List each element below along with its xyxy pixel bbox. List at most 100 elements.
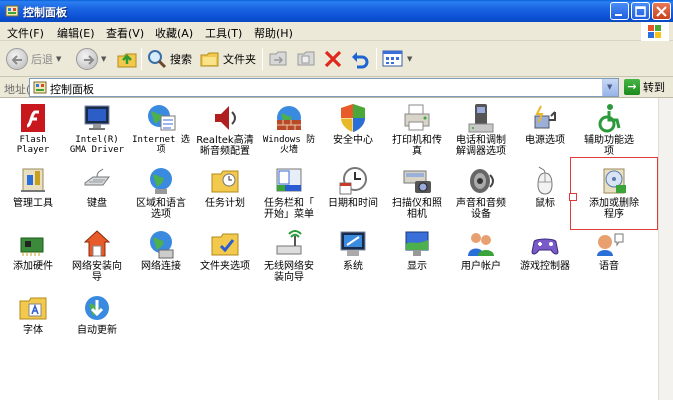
item-admin-tools[interactable]: 管理工具: [0, 165, 69, 209]
item-label: 网络安装向 导: [72, 261, 122, 283]
item-phone-modem[interactable]: 电话和调制 解调器选项: [445, 102, 517, 157]
speaker-icon: [209, 102, 241, 134]
item-printers-faxes[interactable]: 打印机和传 真: [381, 102, 453, 157]
hardware-icon: [17, 228, 49, 260]
item-label: Internet 选 项: [132, 135, 190, 155]
forward-button[interactable]: ▼: [76, 47, 106, 71]
item-label: Realtek高清 晰音频配置: [196, 135, 254, 157]
close-button[interactable]: [652, 2, 671, 20]
address-dropdown-button[interactable]: ▼: [602, 79, 618, 96]
item-label: 自动更新: [77, 325, 117, 336]
item-taskbar-start-menu[interactable]: 任务栏和「 开始」菜单: [253, 165, 325, 220]
tasks-folder-icon: [209, 165, 241, 197]
go-arrow-icon: →: [624, 79, 640, 95]
minimize-button[interactable]: [610, 2, 629, 20]
menu-tools[interactable]: 工具(T): [205, 25, 242, 41]
undo-button[interactable]: [350, 47, 370, 71]
item-internet-options[interactable]: Internet 选 项: [125, 102, 197, 155]
item-fonts[interactable]: 字体: [0, 292, 69, 336]
flash-icon: [17, 102, 49, 134]
minimize-icon: [615, 14, 622, 16]
menu-help[interactable]: 帮助(H): [254, 25, 293, 41]
close-icon: [656, 6, 667, 17]
item-label: 电源选项: [525, 135, 565, 146]
item-label: 系统: [343, 261, 363, 272]
item-intel-gma-driver[interactable]: Intel(R) GMA Driver: [61, 102, 133, 155]
item-keyboard[interactable]: 键盘: [61, 165, 133, 209]
item-network-setup-wizard[interactable]: 网络安装向 导: [61, 228, 133, 283]
address-input[interactable]: 控制面板 ▼: [29, 78, 619, 97]
firewall-icon: [273, 102, 305, 134]
windows-logo-icon: [641, 22, 669, 41]
power-icon: [529, 102, 561, 134]
display-icon: [401, 228, 433, 260]
network-globe-icon: [145, 228, 177, 260]
taskbar-icon: [273, 165, 305, 197]
keyboard-icon: [81, 165, 113, 197]
item-accessibility[interactable]: 辅助功能选 项: [573, 102, 645, 157]
title-bar[interactable]: 控制面板: [0, 0, 673, 22]
item-region-language[interactable]: 区域和语言 选项: [125, 165, 197, 220]
item-folder-options[interactable]: 文件夹选项: [189, 228, 261, 272]
mouse-icon: [529, 165, 561, 197]
system-icon: [337, 228, 369, 260]
item-label: 文件夹选项: [200, 261, 250, 272]
item-automatic-updates[interactable]: 自动更新: [61, 292, 133, 336]
speech-icon: [593, 228, 625, 260]
item-scheduled-tasks[interactable]: 任务计划: [189, 165, 261, 209]
region-icon: [145, 165, 177, 197]
item-label: 扫描仪和照 相机: [392, 198, 442, 220]
accessibility-icon: [593, 102, 625, 134]
fonts-folder-icon: [17, 292, 49, 324]
copy-to-icon: [297, 51, 315, 66]
item-label: 无线网络安 装向导: [264, 261, 314, 283]
item-user-accounts[interactable]: 用户帐户: [445, 228, 517, 272]
item-security-center[interactable]: 安全中心: [317, 102, 389, 146]
search-button[interactable]: 搜索: [147, 47, 192, 71]
item-date-time[interactable]: 日期和时间: [317, 165, 389, 209]
delete-button[interactable]: [323, 47, 343, 71]
menu-edit[interactable]: 编辑(E): [57, 25, 95, 41]
monitor-icon: [81, 102, 113, 134]
menu-favorites[interactable]: 收藏(A): [155, 25, 193, 41]
item-label: 任务计划: [205, 198, 245, 209]
shield-icon: [337, 102, 369, 134]
up-folder-button[interactable]: [116, 47, 138, 71]
views-dropdown-icon[interactable]: ▼: [407, 55, 412, 63]
menu-file[interactable]: 文件(F): [7, 25, 44, 41]
item-add-hardware[interactable]: 添加硬件: [0, 228, 69, 272]
item-realtek-audio[interactable]: Realtek高清 晰音频配置: [189, 102, 261, 157]
item-windows-firewall[interactable]: Windows 防 火墙: [253, 102, 325, 155]
vertical-scrollbar[interactable]: [658, 98, 673, 400]
item-power-options[interactable]: 电源选项: [509, 102, 581, 146]
menu-view[interactable]: 查看(V): [106, 25, 144, 41]
folder-options-icon: [209, 228, 241, 260]
search-icon: [148, 50, 167, 69]
item-label: 安全中心: [333, 135, 373, 146]
folders-button[interactable]: 文件夹: [200, 47, 256, 71]
item-flash-player[interactable]: Flash Player: [0, 102, 69, 155]
item-display[interactable]: 显示: [381, 228, 453, 272]
item-scanners-cameras[interactable]: 扫描仪和照 相机: [381, 165, 453, 220]
item-wireless-setup-wizard[interactable]: 无线网络安 装向导: [253, 228, 325, 283]
move-to-button[interactable]: [268, 47, 288, 71]
scanner-icon: [401, 165, 433, 197]
item-label: Windows 防 火墙: [262, 135, 316, 155]
views-button[interactable]: ▼: [382, 47, 412, 71]
item-network-connections[interactable]: 网络连接: [125, 228, 197, 272]
item-speech[interactable]: 语音: [573, 228, 645, 272]
control-panel-icon: [5, 5, 19, 17]
back-button[interactable]: 后退 ▼: [6, 47, 61, 71]
item-game-controllers[interactable]: 游戏控制器: [509, 228, 581, 272]
item-system[interactable]: 系统: [317, 228, 389, 272]
item-label: 辅助功能选 项: [584, 135, 634, 157]
item-sound-audio[interactable]: 声音和音频 设备: [445, 165, 517, 220]
back-dropdown-icon[interactable]: ▼: [56, 55, 61, 63]
forward-dropdown-icon[interactable]: ▼: [101, 55, 106, 63]
window-title: 控制面板: [23, 6, 67, 19]
maximize-button[interactable]: [631, 2, 650, 20]
item-label: Intel(R) GMA Driver: [69, 135, 125, 155]
copy-to-button[interactable]: [296, 47, 316, 71]
admin-tools-icon: [17, 165, 49, 197]
go-button[interactable]: → 转到: [624, 79, 665, 95]
